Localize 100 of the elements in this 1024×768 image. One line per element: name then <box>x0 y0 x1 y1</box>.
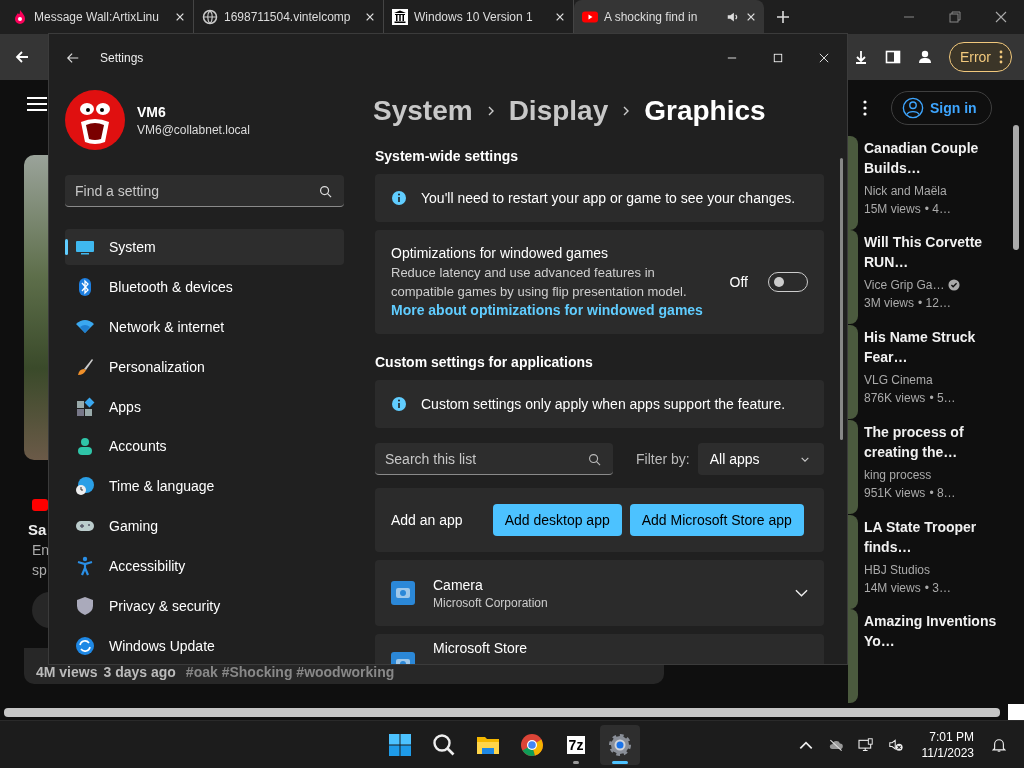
add-app-button[interactable]: Add desktop app <box>492 504 622 536</box>
info-text: Custom settings only apply when apps support the feature. <box>421 396 786 412</box>
photo-placeholder[interactable] <box>24 155 48 460</box>
scrollbar[interactable] <box>4 707 1000 717</box>
globe-clock-icon <box>75 476 95 497</box>
scrollbar[interactable] <box>840 158 843 440</box>
video-thumbnail[interactable] <box>848 325 858 420</box>
learn-more-link[interactable]: More about optimizations for windowed games <box>391 301 718 320</box>
shield-icon <box>75 596 95 617</box>
taskbar-button[interactable]: 7z <box>556 724 596 765</box>
app-name: Microsoft Store <box>433 640 529 656</box>
person-icon <box>75 436 95 457</box>
time-text: 7:01 PM <box>929 728 974 745</box>
channel-name[interactable]: VLG Cinema <box>864 373 933 388</box>
network-monitor-icon[interactable] <box>857 737 874 752</box>
globe-icon <box>202 9 218 25</box>
video-thumbnail[interactable] <box>848 419 858 514</box>
more-icon[interactable] <box>863 99 867 116</box>
restore-icon[interactable] <box>949 11 961 23</box>
nav-item[interactable]: Privacy & security <box>65 588 344 625</box>
gear-icon <box>608 732 632 757</box>
close-icon[interactable] <box>995 11 1007 23</box>
windows-logo-icon <box>388 732 412 757</box>
view-count: 4M views <box>36 664 98 680</box>
channel-name[interactable]: HBJ Studios <box>864 562 931 577</box>
channel-name[interactable]: Vice Grip Ga… <box>864 278 945 293</box>
filter-dropdown[interactable]: All apps <box>697 443 824 475</box>
clock[interactable]: 7:01 PM 11/1/2023 <box>917 726 978 763</box>
channel-name[interactable]: king process <box>864 467 932 482</box>
hashtags: #oak #Shocking #woodworking <box>185 664 395 680</box>
app-name: Camera <box>433 576 484 593</box>
video-title[interactable]: His Name Struck Fear… <box>864 327 1010 368</box>
chevron-right-icon <box>622 105 631 117</box>
speaker-icon[interactable] <box>726 10 740 24</box>
section-heading: System-wide settings <box>375 148 520 164</box>
breadcrumb-item[interactable]: System <box>373 95 473 127</box>
taskbar-button[interactable] <box>600 724 640 765</box>
cloud-off-icon[interactable] <box>827 737 844 752</box>
video-thumbnail[interactable] <box>848 514 858 609</box>
new-tab-icon[interactable] <box>776 10 790 24</box>
search-icon <box>432 732 456 757</box>
breadcrumb-item: Graphics <box>644 95 766 127</box>
video-title[interactable]: The process of creating the… <box>864 421 1010 462</box>
view-count: 876K views <box>864 391 926 406</box>
view-count: 15M views <box>864 201 921 216</box>
nav-item[interactable]: Accounts <box>65 428 344 465</box>
toggle-state-label: Off <box>729 274 748 290</box>
nav-item[interactable]: Windows Update <box>65 628 344 664</box>
brush-icon <box>75 356 95 377</box>
nav-item[interactable]: Gaming <box>65 508 344 545</box>
add-app-button[interactable]: Add Microsoft Store app <box>629 504 804 536</box>
nav-item[interactable]: Network & internet <box>65 308 344 345</box>
nav-item[interactable]: Bluetooth & devices <box>65 268 344 305</box>
nav-item[interactable]: Apps <box>65 388 344 425</box>
chevron-icon[interactable] <box>795 589 808 597</box>
view-count: 14M views <box>864 580 921 595</box>
channel-name[interactable]: Nick and Maëla <box>864 183 947 198</box>
video-description: sp <box>32 562 47 578</box>
user-name: VM6 <box>137 103 167 120</box>
profile-error-button[interactable]: Error <box>948 42 1012 72</box>
video-thumbnail[interactable] <box>848 135 858 230</box>
nav-item[interactable]: Time & language <box>65 468 344 505</box>
columns-building-icon <box>392 9 408 25</box>
browser-tab[interactable]: A shocking find in <box>574 0 764 34</box>
archiver-logo: 7z <box>566 735 586 754</box>
scrollbar[interactable] <box>1013 125 1019 250</box>
nav-item[interactable]: Personalization <box>65 348 344 385</box>
upload-age: • 3… <box>924 580 951 595</box>
video-title[interactable]: Canadian Couple Builds… <box>864 137 1010 178</box>
search-field[interactable]: Find a setting <box>65 175 344 207</box>
search-field[interactable]: Search this list <box>375 443 613 475</box>
nav-item[interactable]: Accessibility <box>65 548 344 585</box>
nav-item[interactable]: System <box>65 229 344 265</box>
back-arrow-icon[interactable] <box>14 49 30 65</box>
flame-icon <box>12 9 28 25</box>
upload-age: • 5… <box>929 391 956 406</box>
back-arrow-icon[interactable] <box>66 51 80 65</box>
video-title[interactable]: Will This Corvette RUN… <box>864 232 1010 273</box>
upload-age: • 4… <box>924 201 951 216</box>
info-icon <box>391 190 407 206</box>
video-thumbnail[interactable] <box>848 609 858 704</box>
breadcrumb-item[interactable]: Display <box>508 95 609 127</box>
apps-icon <box>75 396 95 417</box>
video-title[interactable]: Amazing Inventions Yo… <box>864 611 1010 652</box>
cartoon-avatar-drawing <box>65 90 125 150</box>
app-card[interactable]: Camera Microsoft Corporation <box>375 560 824 626</box>
maximize-icon[interactable] <box>773 53 783 63</box>
video-thumbnail[interactable] <box>848 230 858 325</box>
speaker-muted-icon[interactable] <box>887 737 904 752</box>
video-title[interactable]: LA State Trooper finds… <box>864 516 1010 557</box>
notification-bell-icon[interactable] <box>992 736 1006 753</box>
side-panel-icon[interactable] <box>884 49 901 65</box>
video-description: En <box>32 542 50 558</box>
account-icon <box>902 96 924 119</box>
video-title: Sa <box>28 521 47 538</box>
menu-icon[interactable] <box>27 96 47 112</box>
chevron-right-icon <box>486 105 495 117</box>
view-count: 3M views <box>864 296 914 311</box>
profile-icon[interactable] <box>916 49 933 65</box>
app-card[interactable]: Microsoft Store <box>375 634 824 664</box>
